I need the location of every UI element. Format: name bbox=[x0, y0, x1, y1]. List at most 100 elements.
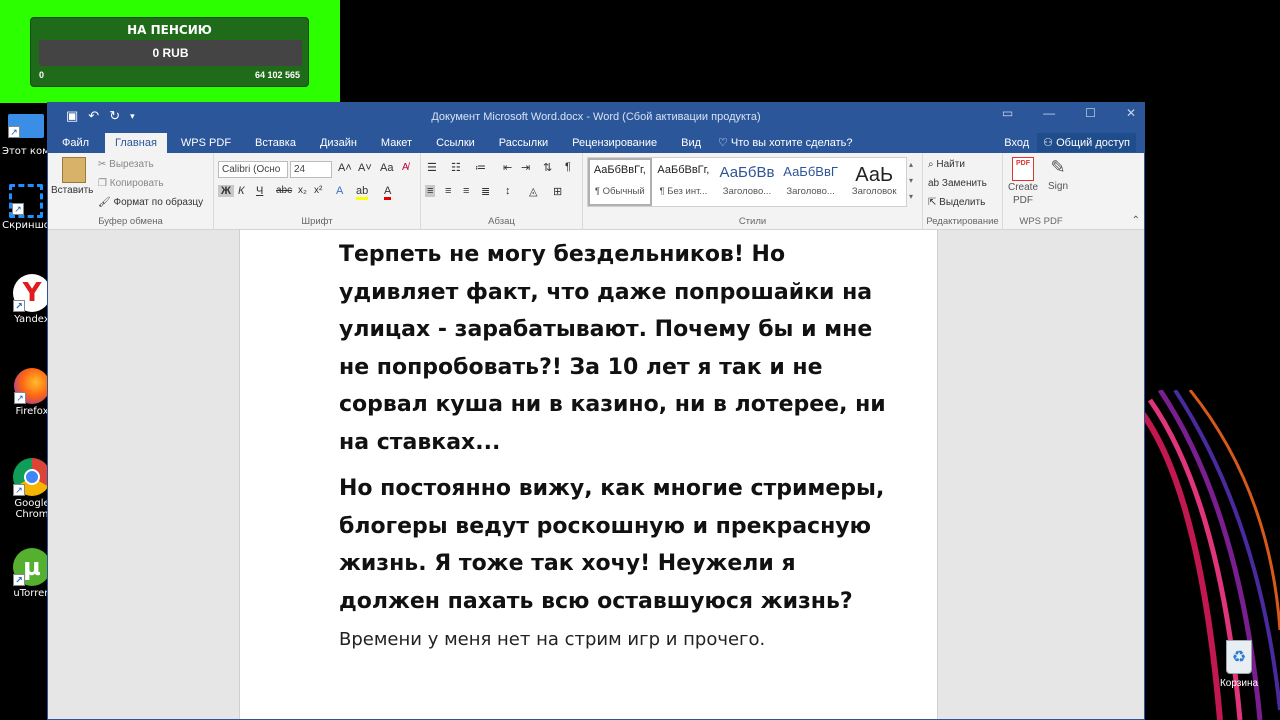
style-name: Заголово... bbox=[722, 186, 772, 197]
show-marks-icon[interactable]: ¶ bbox=[565, 161, 571, 173]
shortcut-arrow-icon: ↗ bbox=[14, 392, 26, 404]
grow-font-button[interactable]: A˄ bbox=[338, 162, 352, 174]
sort-icon[interactable]: ⇅ bbox=[543, 161, 552, 174]
underline-button[interactable]: Ч bbox=[256, 185, 263, 197]
decrease-indent-icon[interactable]: ⇤ bbox=[503, 161, 512, 174]
tell-me-box[interactable]: ♡ Что вы хотите сделать? bbox=[718, 136, 853, 149]
text-effects-icon[interactable]: A bbox=[336, 185, 343, 197]
desktop-icon-label: Этот компьют bbox=[2, 146, 77, 157]
document-page[interactable]: Терпеть не могу бездельников! Но удивляе… bbox=[239, 230, 938, 719]
screenshot-icon: ↗ bbox=[9, 184, 43, 218]
group-label-font: Шрифт bbox=[301, 216, 333, 227]
goal-current-value: 0 RUB bbox=[152, 46, 189, 60]
sign-label: Sign bbox=[1047, 181, 1068, 192]
desktop-icon-screenshot[interactable]: ↗ Скриншо bbox=[2, 184, 50, 231]
tab-references[interactable]: Ссылки bbox=[426, 137, 485, 153]
close-icon[interactable]: ✕ bbox=[1126, 106, 1136, 120]
line-spacing-icon[interactable]: ↕ bbox=[505, 185, 511, 197]
increase-indent-icon[interactable]: ⇥ bbox=[521, 161, 530, 174]
copy-icon: ❐ bbox=[98, 178, 110, 189]
style-normal[interactable]: АаБбВвГг, ¶ Обычный bbox=[588, 158, 652, 206]
brush-icon: 🖌 bbox=[98, 197, 114, 208]
desktop-icon-recycle-bin[interactable]: ♻ Корзина bbox=[1214, 640, 1264, 689]
tab-wps-pdf[interactable]: WPS PDF bbox=[171, 137, 241, 153]
styles-scroll[interactable]: ▴ ▾ ▾ bbox=[909, 157, 919, 207]
change-case-button[interactable]: Aa bbox=[380, 162, 393, 174]
justify-icon[interactable]: ≣ bbox=[481, 185, 490, 198]
scissors-icon: ✂ bbox=[98, 159, 110, 170]
maximize-icon[interactable]: ☐ bbox=[1085, 106, 1096, 120]
recycle-bin-icon: ♻ bbox=[1226, 640, 1252, 674]
style-heading-2[interactable]: АаБбВвГ Заголово... bbox=[779, 158, 843, 206]
copy-button[interactable]: ❐ Копировать bbox=[98, 178, 164, 189]
ribbon-tabs: Файл Главная WPS PDF Вставка Дизайн Маке… bbox=[48, 131, 1144, 153]
font-color-icon[interactable]: A bbox=[384, 185, 392, 200]
tab-file[interactable]: Файл bbox=[52, 137, 99, 153]
font-name-box[interactable]: Calibri (Осно bbox=[218, 161, 288, 178]
sign-in-link[interactable]: Вход bbox=[1004, 137, 1029, 149]
bullets-icon[interactable]: ☰ bbox=[427, 161, 437, 174]
borders-icon[interactable]: ⊞ bbox=[553, 185, 562, 198]
tab-layout[interactable]: Макет bbox=[371, 137, 422, 153]
goal-panel: НА ПЕНСИЮ 0 RUB 0 64 102 565 bbox=[30, 17, 309, 87]
group-label-clipboard: Буфер обмена bbox=[98, 216, 163, 227]
format-painter-label: Формат по образцу bbox=[113, 197, 204, 208]
shortcut-arrow-icon: ↗ bbox=[12, 203, 24, 215]
desktop-icon-computer[interactable]: ↗ Этот компьют bbox=[2, 110, 77, 157]
clear-format-icon[interactable]: A̸ bbox=[402, 162, 409, 173]
style-heading-1[interactable]: АаБбВв Заголово... bbox=[715, 158, 779, 206]
document-paragraph: Терпеть не могу бездельников! Но удивляе… bbox=[339, 242, 886, 455]
align-right-icon[interactable]: ≡ bbox=[463, 185, 469, 197]
collapse-ribbon-icon[interactable]: ⌃ bbox=[1132, 215, 1140, 226]
highlight-icon[interactable]: ab bbox=[356, 185, 369, 200]
ribbon-home: Вставить ✂ Вырезать ❐ Копировать 🖌 Форма… bbox=[48, 153, 1144, 230]
window-title: Документ Microsoft Word.docx - Word (Сбо… bbox=[431, 111, 761, 123]
goal-min: 0 bbox=[39, 70, 45, 80]
goal-max: 64 102 565 bbox=[254, 70, 300, 80]
share-button[interactable]: ⚇ Общий доступ bbox=[1037, 133, 1136, 152]
numbering-icon[interactable]: ☷ bbox=[451, 161, 461, 174]
align-left-icon[interactable]: ≡ bbox=[425, 185, 436, 197]
title-bar: ▣ ↶ ↻ ▾ Документ Microsoft Word.docx - W… bbox=[48, 103, 1144, 131]
align-center-icon[interactable]: ≡ bbox=[445, 185, 451, 197]
tab-review[interactable]: Рецензирование bbox=[562, 137, 667, 153]
tab-mailings[interactable]: Рассылки bbox=[489, 137, 558, 153]
tell-me-text: Что вы хотите сделать? bbox=[730, 137, 853, 149]
goal-title: НА ПЕНСИЮ bbox=[127, 23, 212, 37]
subscript-button[interactable]: x₂ bbox=[298, 185, 307, 196]
utorrent-icon: µ ↗ bbox=[13, 548, 51, 586]
style-title[interactable]: АаЬ Заголовок bbox=[842, 158, 906, 206]
group-clipboard: Вставить ✂ Вырезать ❐ Копировать 🖌 Форма… bbox=[48, 153, 214, 230]
shading-icon[interactable]: ◬ bbox=[529, 185, 537, 198]
shrink-font-button[interactable]: A˅ bbox=[358, 162, 372, 174]
chrome-icon: ↗ bbox=[13, 458, 51, 496]
group-label-styles: Стили bbox=[738, 216, 767, 227]
ribbon-display-options-icon[interactable]: ▭ bbox=[1002, 106, 1013, 120]
bold-button[interactable]: Ж bbox=[218, 185, 234, 197]
person-icon: ⚇ bbox=[1043, 137, 1057, 149]
minimize-icon[interactable]: — bbox=[1043, 106, 1055, 120]
style-sample: АаБбВвГг, bbox=[657, 164, 710, 176]
cut-label: Вырезать bbox=[109, 159, 154, 170]
tab-design[interactable]: Дизайн bbox=[310, 137, 367, 153]
group-paragraph: ☰ ☷ ≔ ⇤ ⇥ ⇅ ¶ ≡ ≡ ≡ ≣ ↕ ◬ ⊞ Абзац bbox=[421, 153, 583, 230]
multilevel-list-icon[interactable]: ≔ bbox=[475, 161, 486, 174]
tab-home[interactable]: Главная bbox=[105, 133, 167, 153]
tab-insert[interactable]: Вставка bbox=[245, 137, 306, 153]
yandex-icon: Y ↗ bbox=[13, 274, 51, 312]
font-size-box[interactable]: 24 bbox=[290, 161, 332, 178]
style-name: ¶ Без инт... bbox=[659, 186, 708, 197]
donation-goal-overlay: НА ПЕНСИЮ 0 RUB 0 64 102 565 bbox=[0, 0, 340, 103]
paste-icon[interactable] bbox=[62, 157, 86, 183]
italic-button[interactable]: К bbox=[238, 185, 244, 197]
style-no-spacing[interactable]: АаБбВвГг, ¶ Без инт... bbox=[652, 158, 716, 206]
sign-button[interactable]: ✎ Sign bbox=[1043, 157, 1073, 192]
create-pdf-button[interactable]: PDF Create PDF bbox=[1005, 157, 1041, 207]
superscript-button[interactable]: x² bbox=[314, 185, 322, 196]
strikethrough-button[interactable]: abc bbox=[276, 185, 292, 196]
tab-view[interactable]: Вид bbox=[671, 137, 711, 153]
format-painter-button[interactable]: 🖌 Формат по образцу bbox=[98, 197, 203, 208]
cut-button[interactable]: ✂ Вырезать bbox=[98, 159, 154, 170]
document-paragraph: Но постоянно вижу, как многие стримеры, … bbox=[339, 476, 885, 614]
paste-button[interactable]: Вставить bbox=[51, 185, 93, 196]
